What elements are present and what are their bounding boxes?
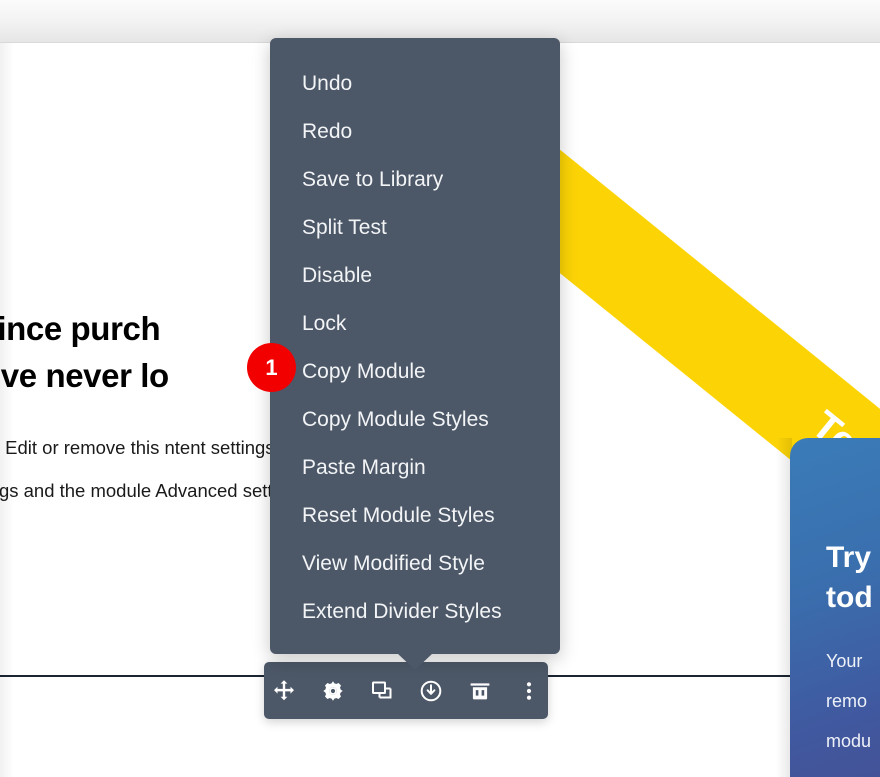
module-action-toolbar[interactable] xyxy=(264,662,548,719)
menu-item-disable[interactable]: Disable xyxy=(270,252,560,300)
menu-item-paste-margin[interactable]: Paste Margin xyxy=(270,444,560,492)
wordpress-admin-bar xyxy=(0,0,880,43)
menu-item-extend-divider-styles[interactable]: Extend Divider Styles xyxy=(270,588,560,636)
menu-item-save-to-library[interactable]: Save to Library xyxy=(270,156,560,204)
duplicate-icon[interactable] xyxy=(367,676,397,706)
menu-item-split-test[interactable]: Split Test xyxy=(270,204,560,252)
cta-body-text: Your remo modu xyxy=(826,650,872,751)
trash-icon[interactable] xyxy=(465,676,495,706)
builder-screenshot: Testimo zing! Since purch uct x, I've ne… xyxy=(0,0,880,777)
step-badge: 1 xyxy=(247,343,296,392)
menu-item-redo[interactable]: Redo xyxy=(270,108,560,156)
menu-item-undo[interactable]: Undo xyxy=(270,60,560,108)
testimonials-ribbon: Testimo xyxy=(429,43,880,583)
menu-item-reset-module-styles[interactable]: Reset Module Styles xyxy=(270,492,560,540)
power-icon[interactable] xyxy=(416,676,446,706)
cta-title: Try tod xyxy=(826,541,873,614)
cta-card[interactable]: Try tod Your remo modu xyxy=(790,438,880,777)
context-menu-pointer xyxy=(397,653,433,670)
module-context-menu[interactable]: Undo Redo Save to Library Split Test Dis… xyxy=(270,38,560,670)
dots-vertical-icon[interactable] xyxy=(514,676,544,706)
menu-item-copy-module-styles[interactable]: Copy Module Styles xyxy=(270,396,560,444)
menu-item-lock[interactable]: Lock xyxy=(270,300,560,348)
gear-icon[interactable] xyxy=(318,676,348,706)
menu-item-view-modified-style[interactable]: View Modified Style xyxy=(270,540,560,588)
menu-item-copy-module[interactable]: Copy Module xyxy=(270,348,560,396)
move-icon[interactable] xyxy=(269,676,299,706)
